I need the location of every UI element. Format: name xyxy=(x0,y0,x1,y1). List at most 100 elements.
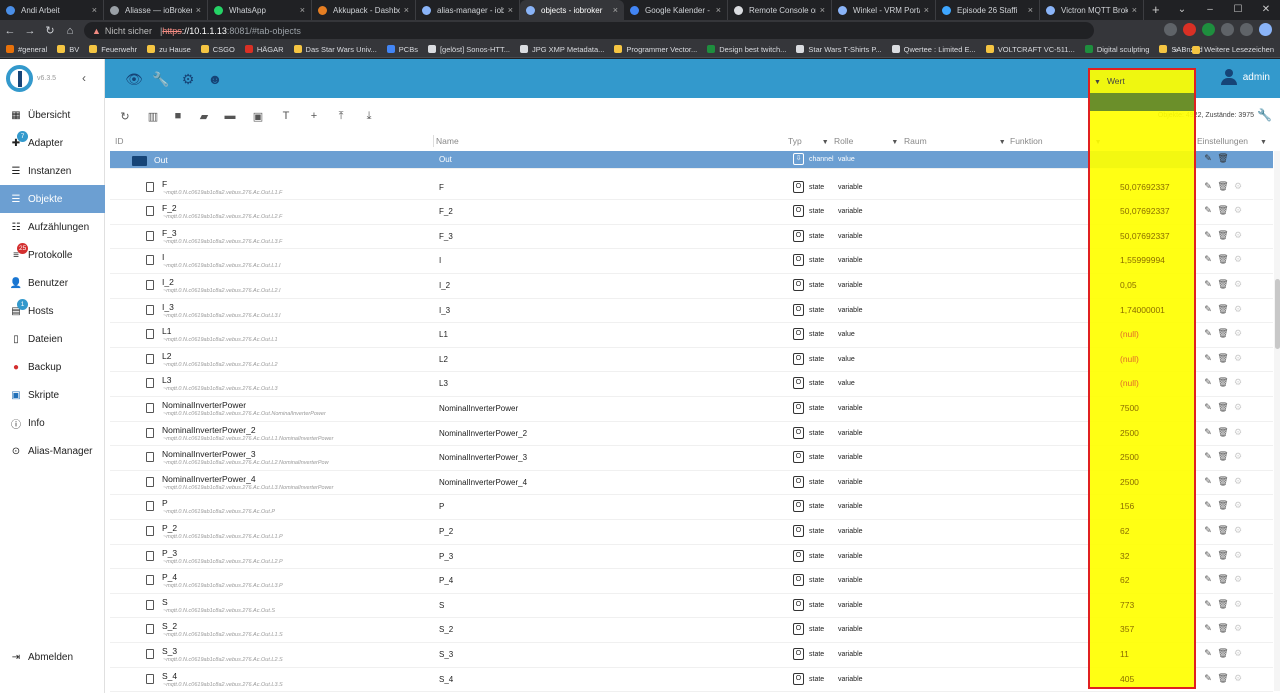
folder-close-icon[interactable]: ▬ xyxy=(224,110,236,122)
close-icon[interactable]: × xyxy=(1132,5,1137,15)
delete-icon[interactable]: 🗑 xyxy=(1217,402,1228,413)
gear-icon[interactable]: ⚙ xyxy=(1233,427,1243,438)
gear-icon[interactable]: ⚙ xyxy=(1233,500,1243,511)
sidebar-item-info[interactable]: ⓘ Info xyxy=(0,409,105,437)
delete-icon[interactable]: 🗑 xyxy=(1217,476,1228,487)
browser-tab[interactable]: Winkel - VRM Portal × xyxy=(832,0,936,20)
bookmarks-other[interactable]: Weitere Lesezeichen xyxy=(1204,41,1274,57)
bookmark-item[interactable]: VOLTCRAFT VC-511... xyxy=(985,45,1075,54)
edit-icon[interactable]: ✎ xyxy=(1203,205,1213,216)
level-icon[interactable]: ▣ xyxy=(252,110,264,123)
table-row[interactable]: S_3 ~mqtt.0.N.c0619ab1c8a2.vebus.276.Ac.O… xyxy=(110,643,1273,668)
bookmark-item[interactable]: zu Hause xyxy=(147,45,191,54)
browser-tab[interactable]: Aliasse — ioBroker C × xyxy=(104,0,208,20)
delete-icon[interactable]: 🗑 xyxy=(1217,353,1228,364)
table-row[interactable]: I_2 ~mqtt.0.N.c0619ab1c8a2.vebus.276.Ac.O… xyxy=(110,274,1273,299)
table-row[interactable]: S_4 ~mqtt.0.N.c0619ab1c8a2.vebus.276.Ac.O… xyxy=(110,668,1273,693)
folder-open-icon[interactable] xyxy=(132,156,147,166)
edit-icon[interactable]: ✎ xyxy=(1203,254,1213,265)
close-icon[interactable]: × xyxy=(716,5,721,15)
col-type[interactable]: Typ ▼ xyxy=(788,136,829,146)
gear-icon[interactable]: ⚙ xyxy=(1233,377,1243,388)
delete-icon[interactable]: 🗑 xyxy=(1217,205,1228,216)
back-icon[interactable]: ← xyxy=(0,25,20,37)
adblock-icon[interactable] xyxy=(1183,23,1196,36)
browser-tab[interactable]: Victron MQTT Broke × xyxy=(1040,0,1144,20)
bookmark-item[interactable]: Das Star Wars Univ... xyxy=(293,45,377,54)
sidebar-item-hosts[interactable]: ▤ Hosts 1 xyxy=(0,297,105,325)
gear-icon[interactable]: ⚙ xyxy=(1233,648,1243,659)
delete-icon[interactable]: 🗑 xyxy=(1217,328,1228,339)
settings-wrench-icon[interactable]: 🔧 xyxy=(1257,108,1272,122)
edit-icon[interactable]: ✎ xyxy=(1203,377,1213,388)
col-role[interactable]: Rolle ▼ xyxy=(834,136,898,146)
edit-icon[interactable]: ✎ xyxy=(1203,304,1213,315)
delete-icon[interactable]: 🗑 xyxy=(1217,648,1228,659)
folder-open-icon[interactable]: ▰ xyxy=(198,110,210,123)
edit-icon[interactable]: ✎ xyxy=(1203,402,1213,413)
table-row[interactable]: P_3 ~mqtt.0.N.c0619ab1c8a2.vebus.276.Ac.O… xyxy=(110,545,1273,570)
chevron-down-icon[interactable]: ⌄ xyxy=(1168,0,1196,20)
table-row[interactable]: P_4 ~mqtt.0.N.c0619ab1c8a2.vebus.276.Ac.O… xyxy=(110,569,1273,594)
expert-mode-icon[interactable]: ☻ xyxy=(206,70,224,88)
edit-icon[interactable]: ✎ xyxy=(1203,500,1213,511)
channel-row[interactable]: Out Out ⇩ channel value ✎ 🗑 xyxy=(110,151,1273,169)
edit-icon[interactable]: ✎ xyxy=(1203,353,1213,364)
edit-icon[interactable]: ✎ xyxy=(1203,451,1213,462)
share-icon[interactable] xyxy=(1164,23,1177,36)
delete-icon[interactable]: 🗑 xyxy=(1217,599,1228,610)
sidebar-item-logout[interactable]: ⇥ Abmelden xyxy=(0,643,105,671)
url-field[interactable]: ▲ Nicht sicher | https ://10.1.1.13 :808… xyxy=(84,22,1094,39)
close-icon[interactable]: × xyxy=(820,5,825,15)
browser-tab[interactable]: Andi Arbeit × xyxy=(0,0,104,20)
gear-icon[interactable]: ⚙ xyxy=(179,70,197,88)
bookmark-item[interactable]: JPG XMP Metadata... xyxy=(520,45,604,54)
sidebar-item-dateien[interactable]: ▯ Dateien xyxy=(0,325,105,353)
table-row[interactable]: S ~mqtt.0.N.c0619ab1c8a2.vebus.276.Ac.Out… xyxy=(110,594,1273,619)
delete-icon[interactable]: 🗑 xyxy=(1217,550,1228,561)
bookmark-item[interactable]: CSGO xyxy=(200,45,235,54)
col-function[interactable]: Funktion ▼ xyxy=(1010,136,1102,146)
sidebar-item-skripte[interactable]: ▣ Skripte xyxy=(0,381,105,409)
columns-icon[interactable]: ▥ xyxy=(147,110,159,123)
gear-icon[interactable]: ⚙ xyxy=(1233,230,1243,241)
gear-icon[interactable]: ⚙ xyxy=(1233,574,1243,585)
col-value[interactable]: ▼ Wert xyxy=(1094,76,1125,86)
col-separator[interactable] xyxy=(433,135,434,147)
gear-icon[interactable]: ⚙ xyxy=(1233,254,1243,265)
scrollbar-track[interactable] xyxy=(1274,151,1280,691)
new-tab-button[interactable]: + xyxy=(1152,0,1160,20)
scrollbar-thumb[interactable] xyxy=(1275,279,1280,349)
gear-icon[interactable]: ⚙ xyxy=(1233,525,1243,536)
gear-icon[interactable]: ⚙ xyxy=(1233,205,1243,216)
bookmark-item[interactable]: Qwertee : Limited E... xyxy=(891,45,976,54)
table-row[interactable]: P_2 ~mqtt.0.N.c0619ab1c8a2.vebus.276.Ac.O… xyxy=(110,520,1273,545)
user-menu[interactable]: admin xyxy=(1220,69,1270,85)
delete-icon[interactable]: 🗑 xyxy=(1217,427,1228,438)
edit-icon[interactable]: ✎ xyxy=(1203,673,1213,684)
gear-icon[interactable]: ⚙ xyxy=(1233,550,1243,561)
col-name[interactable]: Name xyxy=(436,136,459,146)
delete-icon[interactable]: 🗑 xyxy=(1217,673,1228,684)
edit-icon[interactable]: ✎ xyxy=(1203,476,1213,487)
add-icon[interactable]: + xyxy=(308,110,320,122)
gear-icon[interactable]: ⚙ xyxy=(1233,451,1243,462)
bookmark-item[interactable]: HÄGAR xyxy=(244,45,284,54)
edit-icon[interactable]: ✎ xyxy=(1203,599,1213,610)
profile-icon[interactable] xyxy=(1259,23,1272,36)
table-row[interactable]: L1 ~mqtt.0.N.c0619ab1c8a2.vebus.276.Ac.Ou… xyxy=(110,323,1273,348)
delete-icon[interactable]: 🗑 xyxy=(1217,153,1228,164)
bookmark-item[interactable]: [gelöst] Sonos-HTT... xyxy=(427,45,510,54)
gear-icon[interactable]: ⚙ xyxy=(1233,402,1243,413)
edit-icon[interactable]: ✎ xyxy=(1203,525,1213,536)
delete-icon[interactable]: 🗑 xyxy=(1217,279,1228,290)
sidebar-item-benutzer[interactable]: 👤 Benutzer xyxy=(0,269,105,297)
close-icon[interactable]: × xyxy=(404,5,409,15)
close-icon[interactable]: × xyxy=(613,5,618,15)
delete-icon[interactable]: 🗑 xyxy=(1217,230,1228,241)
sidebar-item-backup[interactable]: ● Backup xyxy=(0,353,105,381)
close-icon[interactable]: × xyxy=(92,5,97,15)
delete-icon[interactable]: 🗑 xyxy=(1217,623,1228,634)
edit-icon[interactable]: ✎ xyxy=(1203,328,1213,339)
table-row[interactable]: L3 ~mqtt.0.N.c0619ab1c8a2.vebus.276.Ac.Ou… xyxy=(110,372,1273,397)
